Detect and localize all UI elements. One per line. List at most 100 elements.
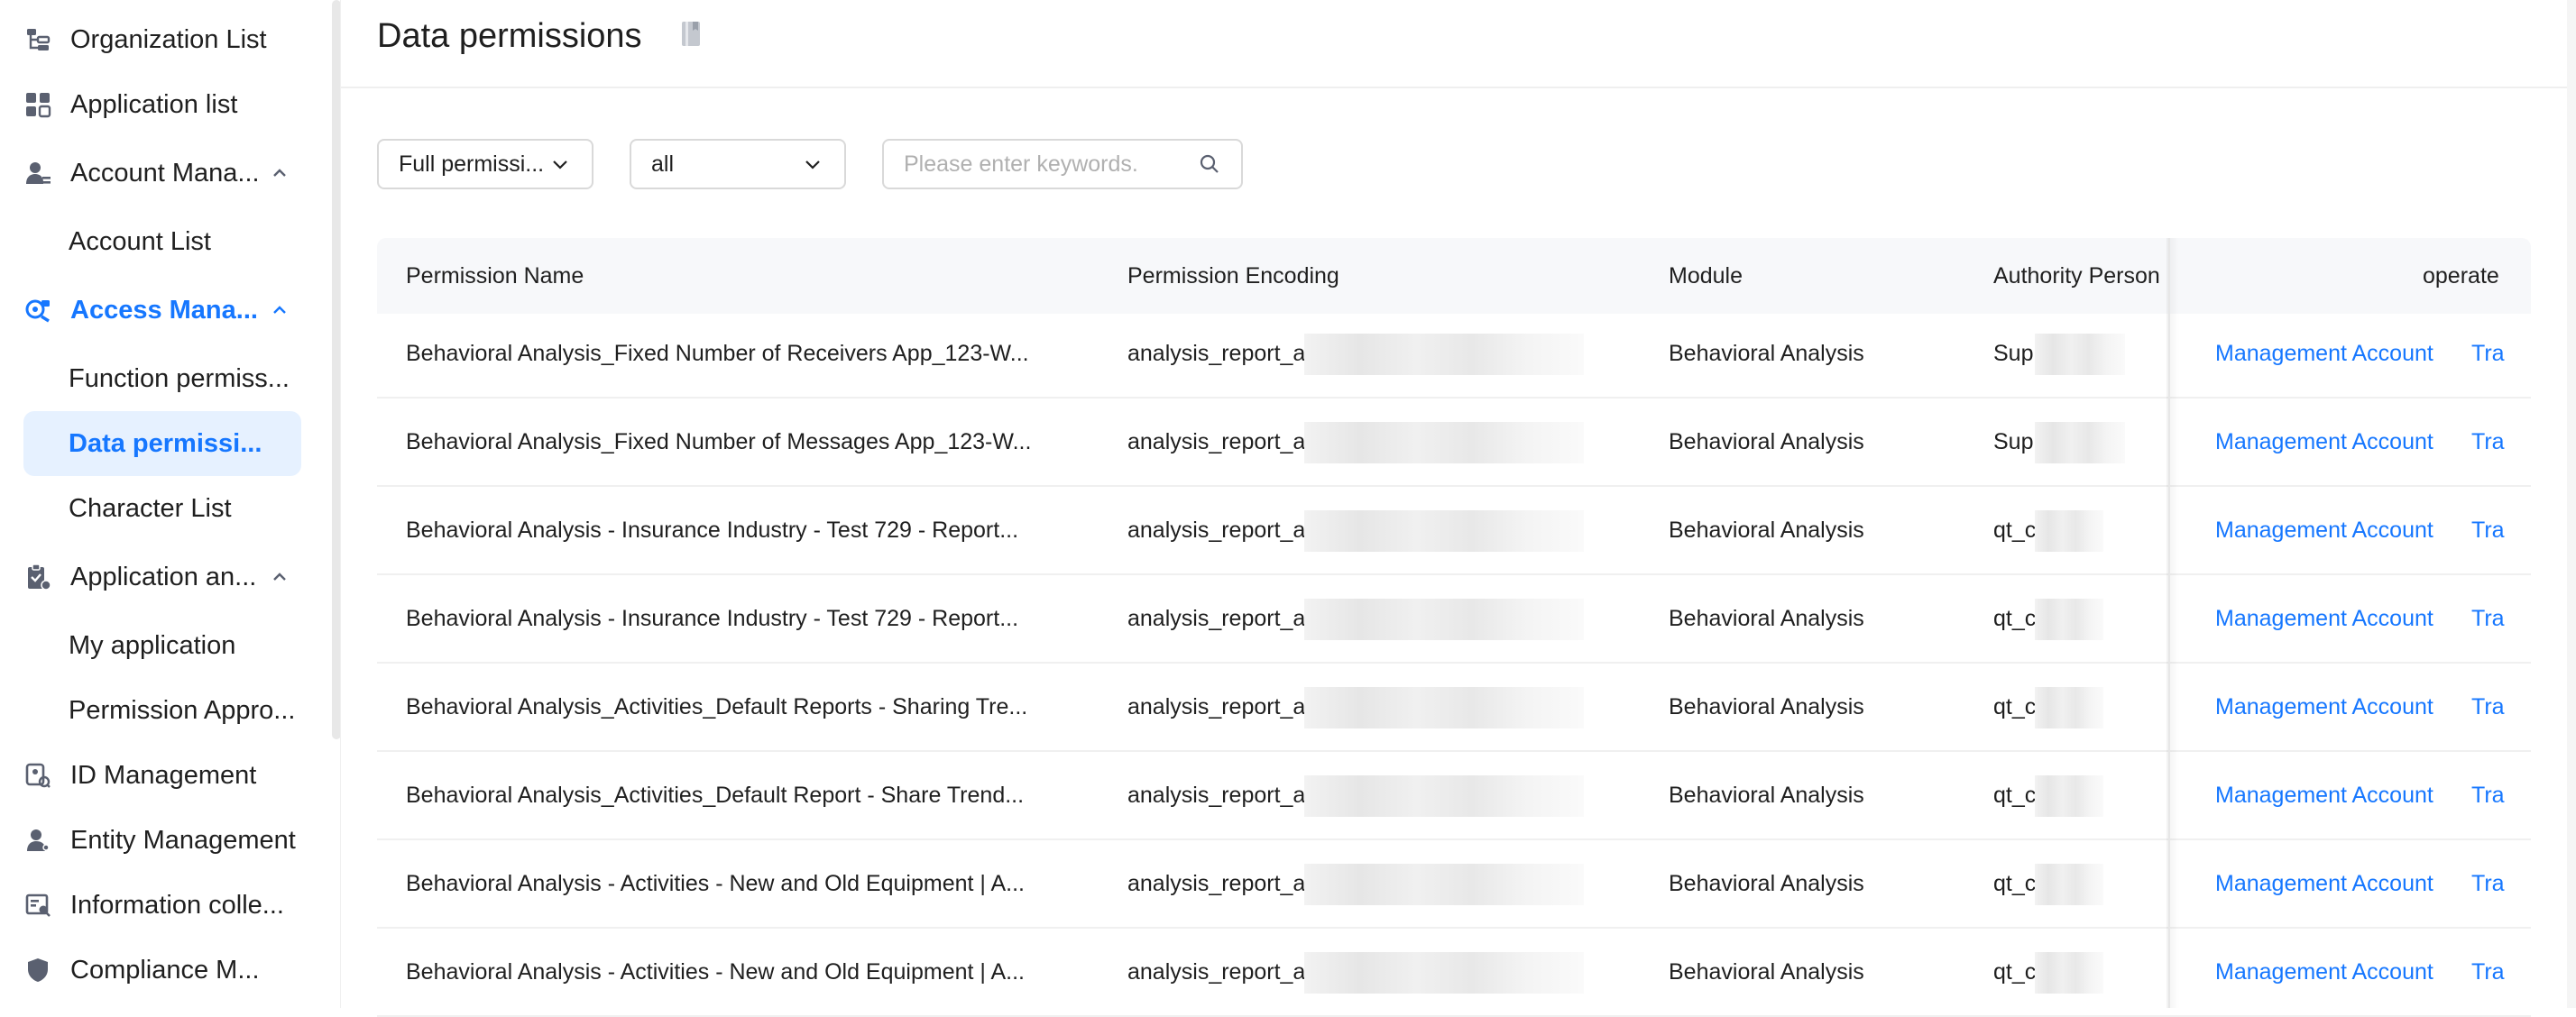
cell-permission-encoding: analysis_report_a — [1127, 341, 1306, 366]
table-header: Permission Name Permission Encoding Modu… — [377, 238, 2531, 314]
sidebar-group-access-management[interactable]: Access Mana... — [23, 278, 301, 343]
page-title: Data permissions — [377, 17, 642, 55]
transfer-link[interactable]: Tra — [2471, 840, 2525, 927]
column-header-permission-name: Permission Name — [406, 263, 584, 289]
cell-permission-encoding: analysis_report_a — [1127, 783, 1306, 808]
table-row: Behavioral Analysis - Insurance Industry… — [377, 575, 2531, 664]
module-select[interactable]: all — [630, 139, 846, 189]
app-grid-icon — [23, 90, 52, 119]
sidebar-item-label: Permission Appro... — [69, 695, 296, 725]
transfer-link[interactable]: Tra — [2471, 929, 2525, 1015]
sidebar-item-entity-management[interactable]: Entity Management — [23, 808, 301, 873]
sidebar-item-compliance[interactable]: Compliance M... — [23, 938, 301, 1003]
sidebar-item-label: Information colle... — [70, 890, 284, 920]
cell-module: Behavioral Analysis — [1669, 871, 1864, 896]
redacted-encoding-blur — [1304, 864, 1584, 905]
sidebar-item-organization-list[interactable]: Organization List — [23, 7, 301, 72]
book-icon[interactable] — [680, 20, 704, 49]
compliance-icon — [23, 956, 52, 985]
sidebar-item-label: Access Mana... — [70, 295, 258, 325]
cell-module: Behavioral Analysis — [1669, 959, 1864, 985]
table-row: Behavioral Analysis_Activities_Default R… — [377, 664, 2531, 752]
management-account-link[interactable]: Management Account — [2215, 840, 2459, 927]
column-header-permission-encoding: Permission Encoding — [1127, 263, 1339, 289]
management-account-link[interactable]: Management Account — [2215, 575, 2459, 662]
redacted-person-blur — [2035, 775, 2103, 817]
transfer-link[interactable]: Tra — [2471, 487, 2525, 573]
transfer-link[interactable]: Tra — [2471, 664, 2525, 750]
management-account-link[interactable]: Management Account — [2215, 752, 2459, 838]
cell-permission-name: Behavioral Analysis - Activities - New a… — [406, 959, 1025, 985]
sidebar-item-id-management[interactable]: ID Management — [23, 743, 301, 808]
cell-module: Behavioral Analysis — [1669, 694, 1864, 719]
redacted-person-blur — [2035, 510, 2103, 552]
management-account-link[interactable]: Management Account — [2215, 310, 2459, 397]
management-account-link[interactable]: Management Account — [2215, 487, 2459, 573]
cell-permission-name: Behavioral Analysis_Activities_Default R… — [406, 783, 1025, 808]
management-account-link[interactable]: Management Account — [2215, 929, 2459, 1015]
column-header-authority-person: Authority Person — [1993, 263, 2160, 289]
redacted-person-blur — [2035, 422, 2125, 463]
management-account-link[interactable]: Management Account — [2215, 664, 2459, 750]
org-tree-icon — [23, 25, 52, 54]
management-account-link[interactable]: Management Account — [2215, 399, 2459, 485]
id-management-icon — [23, 761, 52, 790]
sidebar-item-permission-approval[interactable]: Permission Appro... — [23, 678, 301, 743]
sidebar-item-information-collection[interactable]: Information colle... — [23, 873, 301, 938]
cell-permission-name: Behavioral Analysis_Activities_Default R… — [406, 694, 1028, 719]
sidebar-item-label: My application — [69, 630, 236, 660]
page-scrollbar-track[interactable] — [2567, 0, 2576, 1008]
sidebar-group-account-management[interactable]: Account Mana... — [23, 141, 301, 206]
chevron-down-icon — [801, 152, 824, 176]
sidebar-item-label: Account Mana... — [70, 158, 260, 188]
module-value: all — [651, 151, 675, 177]
table-row: Behavioral Analysis_Activities_Default R… — [377, 752, 2531, 840]
sidebar-item-label: Data permissi... — [69, 428, 262, 458]
search-box[interactable] — [882, 139, 1243, 189]
cell-module: Behavioral Analysis — [1669, 783, 1864, 808]
cell-module: Behavioral Analysis — [1669, 606, 1864, 631]
chevron-up-icon — [267, 564, 292, 590]
chevron-up-icon — [267, 160, 292, 186]
redacted-encoding-blur — [1304, 775, 1584, 817]
sidebar-item-label: Entity Management — [70, 825, 296, 855]
table-row: Behavioral Analysis - Insurance Industry… — [377, 487, 2531, 575]
redacted-encoding-blur — [1304, 334, 1584, 375]
redacted-encoding-blur — [1304, 687, 1584, 728]
sidebar-item-application-list[interactable]: Application list — [23, 72, 301, 137]
redacted-encoding-blur — [1304, 510, 1584, 552]
sidebar-item-character-list[interactable]: Character List — [23, 476, 301, 541]
transfer-link[interactable]: Tra — [2471, 310, 2525, 397]
sidebar-group-application-approval[interactable]: Application an... — [23, 545, 301, 609]
cell-permission-name: Behavioral Analysis_Fixed Number of Mess… — [406, 429, 1032, 454]
transfer-link[interactable]: Tra — [2471, 752, 2525, 838]
permission-scope-select[interactable]: Full permissi... — [377, 139, 593, 189]
cell-module: Behavioral Analysis — [1669, 429, 1864, 454]
sidebar-item-label: Organization List — [70, 24, 267, 54]
sidebar-item-label: ID Management — [70, 760, 257, 790]
chevron-down-icon — [548, 152, 572, 176]
sidebar-item-function-permissions[interactable]: Function permiss... — [23, 346, 301, 411]
cell-permission-encoding: analysis_report_a — [1127, 429, 1306, 454]
sidebar-item-label: Application list — [70, 89, 238, 119]
transfer-link[interactable]: Tra — [2471, 575, 2525, 662]
column-header-operate: operate — [2423, 263, 2499, 289]
table-row: Behavioral Analysis - Activities - New a… — [377, 840, 2531, 929]
search-input[interactable] — [904, 151, 1196, 178]
cell-permission-encoding: analysis_report_a — [1127, 518, 1306, 543]
cell-permission-name: Behavioral Analysis - Activities - New a… — [406, 871, 1025, 896]
transfer-link[interactable]: Tra — [2471, 399, 2525, 485]
cell-permission-name: Behavioral Analysis - Insurance Industry… — [406, 606, 1019, 631]
sidebar-item-account-list[interactable]: Account List — [23, 209, 301, 274]
sidebar-item-my-application[interactable]: My application — [23, 613, 301, 678]
redacted-person-blur — [2035, 687, 2103, 728]
column-header-module: Module — [1669, 263, 1743, 289]
cell-module: Behavioral Analysis — [1669, 518, 1864, 543]
redacted-person-blur — [2035, 334, 2125, 375]
entity-user-icon — [23, 826, 52, 855]
search-icon[interactable] — [1196, 151, 1223, 178]
sidebar-item-data-permissions[interactable]: Data permissi... — [23, 411, 301, 476]
table-row: Behavioral Analysis_Fixed Number of Mess… — [377, 399, 2531, 487]
table-row: Behavioral Analysis - Activities - New a… — [377, 929, 2531, 1017]
sidebar-item-label: Compliance M... — [70, 955, 260, 985]
